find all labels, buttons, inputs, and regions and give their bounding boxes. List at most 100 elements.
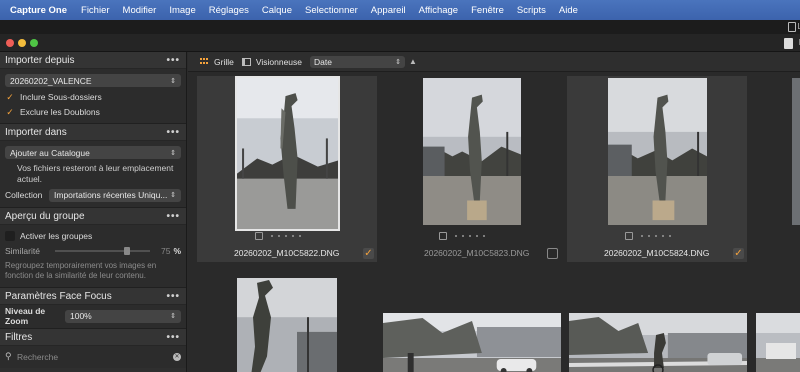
import-into-title: Importer dans <box>5 126 67 138</box>
import-checkbox[interactable] <box>547 248 558 259</box>
photo-thumbnail[interactable] <box>608 78 707 225</box>
photo-thumbnail[interactable] <box>569 313 747 372</box>
photo-thumbnail[interactable] <box>235 76 340 231</box>
filters-title: Filtres <box>5 331 33 343</box>
menu-item-reglages[interactable]: Réglages <box>209 5 249 16</box>
zoom-select-value: 100% <box>70 311 92 321</box>
thumbnail-cell[interactable]: 20260202_M10C5822.DNG ✓ <box>197 76 377 262</box>
photo-thumbnail[interactable] <box>792 78 800 225</box>
similarity-slider-handle[interactable] <box>123 246 130 255</box>
menu-item-calque[interactable]: Calque <box>262 5 292 16</box>
collection-label: Collection <box>5 190 43 200</box>
activate-groups-label: Activer les groupes <box>20 230 93 241</box>
import-into-header[interactable]: Importer dans ••• <box>0 124 186 141</box>
filters-menu-icon[interactable]: ••• <box>166 332 180 343</box>
filters-header[interactable]: Filtres ••• <box>0 329 186 346</box>
destination-select[interactable]: Ajouter au Catalogue ⇕ <box>5 146 181 159</box>
thumbnail-filename: 20260202_M10C5824.DNG <box>604 248 710 258</box>
menu-item-appareil[interactable]: Appareil <box>371 5 406 16</box>
menu-item-scripts[interactable]: Scripts <box>517 5 546 16</box>
zoom-row: Niveau de Zoom 100% ⇕ <box>5 306 181 326</box>
thumbnail-cell[interactable] <box>756 266 800 372</box>
filter-search-placeholder: Recherche <box>17 351 59 362</box>
viewer-button[interactable]: Visionneuse <box>241 57 302 67</box>
collection-select-value: Importations récentes Uniqu... <box>54 190 168 200</box>
minimize-window-button[interactable] <box>18 39 26 47</box>
import-into-menu-icon[interactable]: ••• <box>166 127 180 138</box>
import-from-menu-icon[interactable]: ••• <box>166 55 180 66</box>
zoom-window-button[interactable] <box>30 39 38 47</box>
rating-box-icon[interactable] <box>255 232 263 240</box>
thumbnail-pager <box>625 232 673 240</box>
updown-chevron-icon: ⇕ <box>170 149 176 157</box>
sort-direction-icon[interactable]: ▲ <box>409 57 417 66</box>
menu-item-aide[interactable]: Aide <box>559 5 578 16</box>
group-preview-header[interactable]: Aperçu du groupe ••• <box>0 208 186 225</box>
collection-select[interactable]: Importations récentes Uniqu... ⇕ <box>49 188 181 202</box>
menu-item-selectionner[interactable]: Selectionner <box>305 5 358 16</box>
import-sidebar: Importer depuis ••• 20260202_VALENCE ⇕ ✓… <box>0 52 187 372</box>
face-focus-menu-icon[interactable]: ••• <box>166 291 180 302</box>
filter-search-field[interactable]: ⚲ Recherche ✕ <box>5 349 181 364</box>
clear-icon[interactable]: ✕ <box>173 352 181 361</box>
similarity-value[interactable]: 75 <box>158 246 170 256</box>
menu-app-name[interactable]: Capture One <box>10 5 67 16</box>
thumbnail-cell[interactable] <box>567 266 747 372</box>
activate-groups-checkbox[interactable]: Activer les groupes <box>5 228 181 243</box>
thumbnail-filename: 20260202_M10C5822.DNG <box>234 248 340 258</box>
menu-bar: Capture One Fichier Modifier Image Régla… <box>0 0 800 20</box>
thumbnail-cell[interactable] <box>197 266 377 372</box>
rating-box-icon[interactable] <box>625 232 633 240</box>
group-preview-title: Aperçu du groupe <box>5 210 85 222</box>
similarity-label: Similarité <box>5 245 40 256</box>
exclude-duplicates-checkbox[interactable]: ✓ Exclure les Doublons <box>5 104 181 119</box>
close-window-button[interactable] <box>6 39 14 47</box>
checkmark-icon: ✓ <box>6 91 14 102</box>
updown-chevron-icon: ⇕ <box>170 313 176 320</box>
sort-select-value: Date <box>314 56 332 67</box>
thumbnail-filename: 20260202_M10C5823.DNG <box>424 248 530 258</box>
photo-thumbnail[interactable] <box>756 313 800 372</box>
magnifier-icon: ⚲ <box>5 351 12 361</box>
source-select[interactable]: 20260202_VALENCE ⇕ <box>5 74 181 87</box>
updown-chevron-icon: ⇕ <box>170 77 176 85</box>
destination-note: Vos fichiers resteront à leur emplacemen… <box>17 163 174 184</box>
face-focus-body: Niveau de Zoom 100% ⇕ <box>0 305 186 329</box>
photo-thumbnail[interactable] <box>423 78 521 225</box>
include-subfolders-checkbox[interactable]: ✓ Inclure Sous-dossiers <box>5 89 181 104</box>
import-from-header[interactable]: Importer depuis ••• <box>0 52 186 69</box>
import-from-title: Importer depuis <box>5 54 75 66</box>
import-into-body: Ajouter au Catalogue ⇕ Vos fichiers rest… <box>0 141 186 208</box>
similarity-slider[interactable] <box>55 246 151 255</box>
viewer-icon <box>241 57 251 66</box>
photo-thumbnail[interactable] <box>237 278 337 372</box>
destination-select-value: Ajouter au Catalogue <box>10 147 90 158</box>
thumbnail-pager <box>255 232 303 240</box>
grid-icon <box>200 57 209 66</box>
document-icon <box>788 22 796 32</box>
import-checkbox[interactable]: ✓ <box>733 248 744 259</box>
face-focus-header[interactable]: Paramètres Face Focus ••• <box>0 288 186 305</box>
zoom-select[interactable]: 100% ⇕ <box>65 309 181 323</box>
grid-view-button[interactable]: Grille <box>200 57 234 67</box>
thumbnail-cell[interactable] <box>756 76 800 262</box>
thumbnail-cell[interactable]: 20260202_M10C5823.DNG <box>381 76 561 262</box>
thumbnail-cell[interactable] <box>381 266 561 372</box>
rating-box-icon[interactable] <box>439 232 447 240</box>
photo-thumbnail[interactable] <box>383 313 561 372</box>
group-preview-note: Regroupez temporairement vos images en f… <box>5 261 157 280</box>
thumbnail-cell[interactable]: 20260202_M10C5824.DNG ✓ <box>567 76 747 262</box>
menu-item-fenetre[interactable]: Fenêtre <box>471 5 504 16</box>
sort-select[interactable]: Date ⇕ <box>310 55 406 68</box>
menu-item-fichier[interactable]: Fichier <box>81 5 110 16</box>
source-select-value: 20260202_VALENCE <box>10 75 92 86</box>
similarity-unit: % <box>173 245 181 256</box>
menu-item-modifier[interactable]: Modifier <box>123 5 157 16</box>
group-preview-menu-icon[interactable]: ••• <box>166 211 180 222</box>
menu-item-affichage[interactable]: Affichage <box>419 5 458 16</box>
similarity-row: Similarité 75 % <box>5 243 181 258</box>
import-checkbox[interactable]: ✓ <box>363 248 374 259</box>
import-from-body: 20260202_VALENCE ⇕ ✓ Inclure Sous-dossie… <box>0 69 186 124</box>
menu-item-image[interactable]: Image <box>169 5 195 16</box>
include-subfolders-label: Inclure Sous-dossiers <box>20 91 102 102</box>
